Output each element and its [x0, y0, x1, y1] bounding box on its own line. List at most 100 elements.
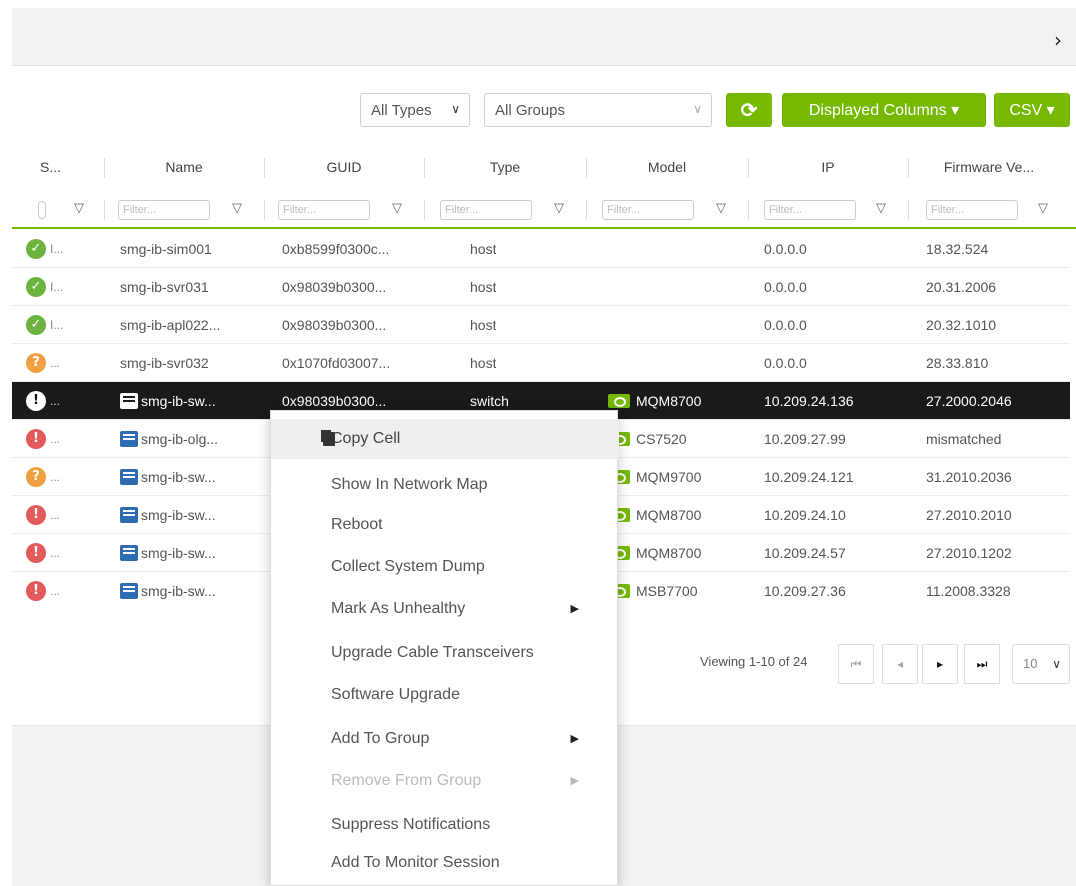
table-header: S... Name GUID Type Model IP Firmware Ve…	[12, 148, 1076, 188]
menu-item-copy-cell[interactable]: Copy Cell	[271, 419, 619, 459]
top-bar: ›	[12, 8, 1076, 66]
cell-model: MQM8700	[608, 496, 701, 534]
chevron-right-icon[interactable]: ›	[1054, 28, 1062, 52]
cell-ip: 0.0.0.0	[764, 317, 807, 333]
column-header-type[interactable]: Type	[424, 148, 586, 188]
menu-item-mark-as-unhealthy[interactable]: Mark As Unhealthy ▶	[271, 589, 619, 629]
column-header-status[interactable]: S...	[12, 148, 92, 188]
menu-item-show-in-network-map[interactable]: Show In Network Map	[271, 465, 619, 505]
cell-firmware: 31.2010.2036	[926, 469, 1012, 485]
status-unknown-icon: ?	[26, 467, 46, 487]
cell-firmware: 27.2010.1202	[926, 545, 1012, 561]
submenu-arrow-icon: ▶	[570, 733, 579, 745]
cell-firmware: 18.32.524	[926, 241, 989, 257]
cell-guid: 0x98039b0300...	[282, 279, 387, 295]
displayed-columns-button[interactable]: Displayed Columns ▾	[782, 93, 986, 127]
name-filter-input[interactable]: Filter...	[118, 200, 210, 220]
table-row[interactable]: ✓ I... smg-ib-svr031 0x98039b0300... hos…	[12, 268, 1070, 306]
cell-name: smg-ib-svr031	[120, 279, 209, 295]
switch-icon	[120, 469, 138, 485]
status-error-icon: !	[26, 543, 46, 563]
cell-name: smg-ib-svr032	[120, 355, 209, 371]
page-size-select[interactable]: 10 ∨	[1012, 644, 1070, 684]
cell-type: host	[470, 279, 497, 295]
filter-row: ▽ Filter... ▽ Filter... ▽ Filter... ▽ Fi…	[12, 191, 1076, 229]
cell-firmware: 28.33.810	[926, 355, 989, 371]
table-row[interactable]: ✓ I... smg-ib-sim001 0xb8599f0300c... ho…	[12, 230, 1070, 268]
cell-model: MQM9700	[608, 458, 701, 496]
chevron-down-icon: ∨	[451, 102, 460, 116]
last-page-button[interactable]: ⏭	[964, 644, 1000, 684]
cell-model: MSB7700	[608, 572, 697, 610]
submenu-arrow-icon: ▶	[570, 775, 579, 787]
refresh-icon: ⟳	[740, 99, 758, 122]
chevron-down-icon: ∨	[693, 102, 702, 116]
groups-select-value: All Groups	[495, 101, 566, 119]
cell-firmware: 20.32.1010	[926, 317, 997, 333]
types-select[interactable]: All Types ∨	[360, 93, 470, 127]
cell-model: MQM8700	[608, 534, 701, 572]
table-row[interactable]: ? ... smg-ib-svr032 0x1070fd03007... hos…	[12, 344, 1070, 382]
filter-icon[interactable]: ▽	[554, 200, 564, 216]
cell-type: host	[470, 241, 497, 257]
first-page-button[interactable]: ⏮	[838, 644, 874, 684]
table-row[interactable]: ✓ I... smg-ib-apl022... 0x98039b0300... …	[12, 306, 1070, 344]
cell-guid: 0x1070fd03007...	[282, 355, 391, 371]
nvidia-logo-icon	[608, 394, 630, 408]
cell-name: smg-ib-sw...	[120, 496, 216, 534]
filter-icon[interactable]: ▽	[1038, 200, 1048, 216]
switch-icon	[120, 393, 138, 409]
filter-icon[interactable]: ▽	[232, 200, 242, 216]
cell-firmware: 27.2000.2046	[926, 393, 1012, 409]
groups-select[interactable]: All Groups ∨	[484, 93, 712, 127]
status-ok-icon: ✓	[26, 277, 46, 297]
cell-name: smg-ib-sw...	[120, 458, 216, 496]
type-filter-input[interactable]: Filter...	[440, 200, 532, 220]
status-unknown-icon: ?	[26, 353, 46, 373]
menu-item-software-upgrade[interactable]: Software Upgrade	[271, 675, 619, 715]
menu-item-suppress-notifications[interactable]: Suppress Notifications	[271, 805, 619, 845]
status-filter-toggle[interactable]	[38, 201, 46, 219]
menu-item-collect-system-dump[interactable]: Collect System Dump	[271, 547, 619, 587]
csv-button[interactable]: CSV ▾	[994, 93, 1070, 127]
prev-page-button[interactable]: ◂	[882, 644, 918, 684]
status-error-icon: !	[26, 581, 46, 601]
status-critical-icon: !	[26, 391, 46, 411]
cell-name: smg-ib-sw...	[120, 382, 216, 420]
cell-ip: 10.209.24.136	[764, 393, 854, 409]
cell-guid: 0x98039b0300...	[282, 317, 387, 333]
switch-icon	[120, 507, 138, 523]
filter-icon[interactable]: ▽	[876, 200, 886, 216]
firmware-filter-input[interactable]: Filter...	[926, 200, 1018, 220]
cell-firmware: 11.2008.3328	[926, 583, 1011, 599]
menu-item-add-to-group[interactable]: Add To Group ▶	[271, 719, 619, 759]
model-filter-input[interactable]: Filter...	[602, 200, 694, 220]
column-header-name[interactable]: Name	[104, 148, 264, 188]
menu-item-upgrade-cable-transceivers[interactable]: Upgrade Cable Transceivers	[271, 633, 619, 673]
menu-item-remove-from-group: Remove From Group ▶	[271, 761, 619, 801]
column-header-guid[interactable]: GUID	[264, 148, 424, 188]
ip-filter-input[interactable]: Filter...	[764, 200, 856, 220]
filter-icon[interactable]: ▽	[74, 200, 84, 216]
cell-firmware: 20.31.2006	[926, 279, 997, 295]
refresh-button[interactable]: ⟳	[726, 93, 772, 127]
cell-model: CS7520	[608, 420, 687, 458]
menu-item-add-to-monitor-session[interactable]: Add To Monitor Session	[271, 843, 619, 883]
cell-ip: 10.209.27.36	[764, 583, 846, 599]
cell-ip: 10.209.24.57	[764, 545, 846, 561]
column-header-firmware[interactable]: Firmware Ve...	[908, 148, 1070, 188]
context-menu: Copy Cell Show In Network Map Reboot Col…	[270, 410, 619, 886]
pagination-summary: Viewing 1-10 of 24	[700, 654, 808, 669]
status-ok-icon: ✓	[26, 239, 46, 259]
cell-name: smg-ib-sim001	[120, 241, 212, 257]
column-header-model[interactable]: Model	[586, 148, 748, 188]
next-page-button[interactable]: ▸	[922, 644, 958, 684]
filter-icon[interactable]: ▽	[392, 200, 402, 216]
switch-icon	[120, 431, 138, 447]
cell-name: smg-ib-apl022...	[120, 317, 221, 333]
guid-filter-input[interactable]: Filter...	[278, 200, 370, 220]
cell-firmware: mismatched	[926, 431, 1002, 447]
column-header-ip[interactable]: IP	[748, 148, 908, 188]
menu-item-reboot[interactable]: Reboot	[271, 505, 619, 545]
filter-icon[interactable]: ▽	[716, 200, 726, 216]
